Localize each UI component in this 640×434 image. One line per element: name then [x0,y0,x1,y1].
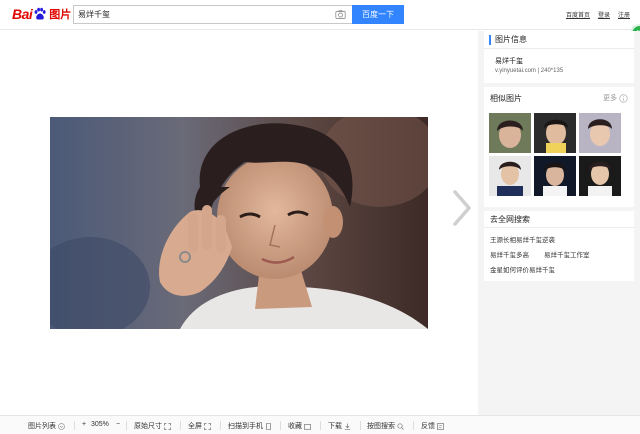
info-circle-icon [619,93,628,103]
related-search-link[interactable]: 易烊千玺工作室 [544,249,590,259]
similar-thumbnail[interactable] [534,156,576,196]
accent-bar [489,35,491,45]
feedback-button[interactable]: 反馈 [421,421,444,431]
download-label: 下载 [328,423,342,430]
similar-images-title: 相似图片 [490,94,522,103]
zoom-in-button[interactable]: + [82,421,86,428]
paw-icon [34,7,46,20]
divider [280,421,281,430]
chevron-circle-icon [58,422,65,430]
logo-text: Bai [12,6,33,22]
original-size-button[interactable]: 原始尺寸 [134,421,171,431]
fullscreen-label: 全屏 [188,423,202,430]
main-image[interactable] [50,117,428,329]
fullscreen-button[interactable]: 全屏 [188,421,211,431]
feedback-icon [437,422,444,430]
expand-icon [204,422,211,430]
similar-thumbnail[interactable] [579,113,621,153]
camera-icon[interactable] [335,9,346,20]
scan-to-phone-label: 扫描到手机 [228,423,263,430]
home-link[interactable]: 百度首页 [566,10,590,19]
baidu-logo[interactable]: Bai 图片 [12,4,71,24]
image-info-title: 图片信息 [495,35,527,44]
feedback-label: 反馈 [421,423,435,430]
image-list-button[interactable]: 图片列表 [28,421,65,431]
web-search-title: 去全网搜索 [490,215,530,224]
login-link[interactable]: 登录 [598,10,610,19]
related-search-link[interactable]: 易烊千玺多高 [490,249,529,259]
resize-icon [164,422,171,430]
similar-thumbnails [489,113,629,196]
download-icon [344,423,351,430]
next-image-arrow-icon[interactable] [446,188,476,228]
download-button[interactable]: 下载 [328,421,351,431]
similar-thumbnail[interactable] [579,156,621,196]
image-info-header: 图片信息 [484,31,634,49]
search-box [73,5,352,24]
divider [74,421,75,430]
bottom-toolbar: 图片列表 + 305% − 原始尺寸 全屏 扫描到手机 收藏 下载 按图搜索 反… [0,415,640,434]
image-info-card: 图片信息 易烊千玺 v.yinyuetai.com | 240*135 [484,31,634,83]
image-title[interactable]: 易烊千玺 [495,56,523,66]
image-viewer [0,31,478,415]
search-button[interactable]: 百度一下 [352,5,404,24]
magnifier-icon [397,422,404,430]
zoom-level: 305% [91,421,109,428]
favorite-button[interactable]: 收藏 [288,421,311,431]
divider [360,421,361,430]
search-by-image-label: 按图搜索 [367,423,395,430]
folder-icon [304,423,311,430]
right-panel: 图片信息 易烊千玺 v.yinyuetai.com | 240*135 相似图片… [478,31,640,434]
related-search-link[interactable]: 金星如何评价易烊千玺 [490,264,555,274]
logo-suffix: 图片 [49,9,72,21]
original-size-label: 原始尺寸 [134,423,162,430]
image-list-label: 图片列表 [28,423,56,430]
divider [413,421,414,430]
web-search-card: 去全网搜索 王源长相易烊千玺逆袭 易烊千玺多高 易烊千玺工作室 金星如何评价易烊… [484,211,634,281]
related-search-link[interactable]: 王源长相易烊千玺逆袭 [490,234,555,244]
divider [220,421,221,430]
divider [126,421,127,430]
divider [320,421,321,430]
zoom-out-button[interactable]: − [116,421,120,428]
similar-more-link[interactable]: 更多 [603,93,628,103]
search-input[interactable] [78,6,328,23]
similar-more-label: 更多 [603,95,617,102]
similar-thumbnail[interactable] [489,156,531,196]
top-links: 百度首页 登录 注册 [566,10,630,19]
similar-thumbnail[interactable] [534,113,576,153]
top-bar: Bai 图片 百度一下 百度首页 登录 注册 [0,0,640,30]
similar-thumbnail[interactable] [489,113,531,153]
favorite-label: 收藏 [288,423,302,430]
divider [484,227,634,228]
register-link[interactable]: 注册 [618,10,630,19]
search-by-image-button[interactable]: 按图搜索 [367,421,404,431]
image-source-size: v.yinyuetai.com | 240*135 [495,68,564,74]
scan-to-phone-button[interactable]: 扫描到手机 [228,421,272,431]
similar-images-card: 相似图片 更多 [484,87,634,207]
phone-icon [266,422,271,430]
divider [180,421,181,430]
